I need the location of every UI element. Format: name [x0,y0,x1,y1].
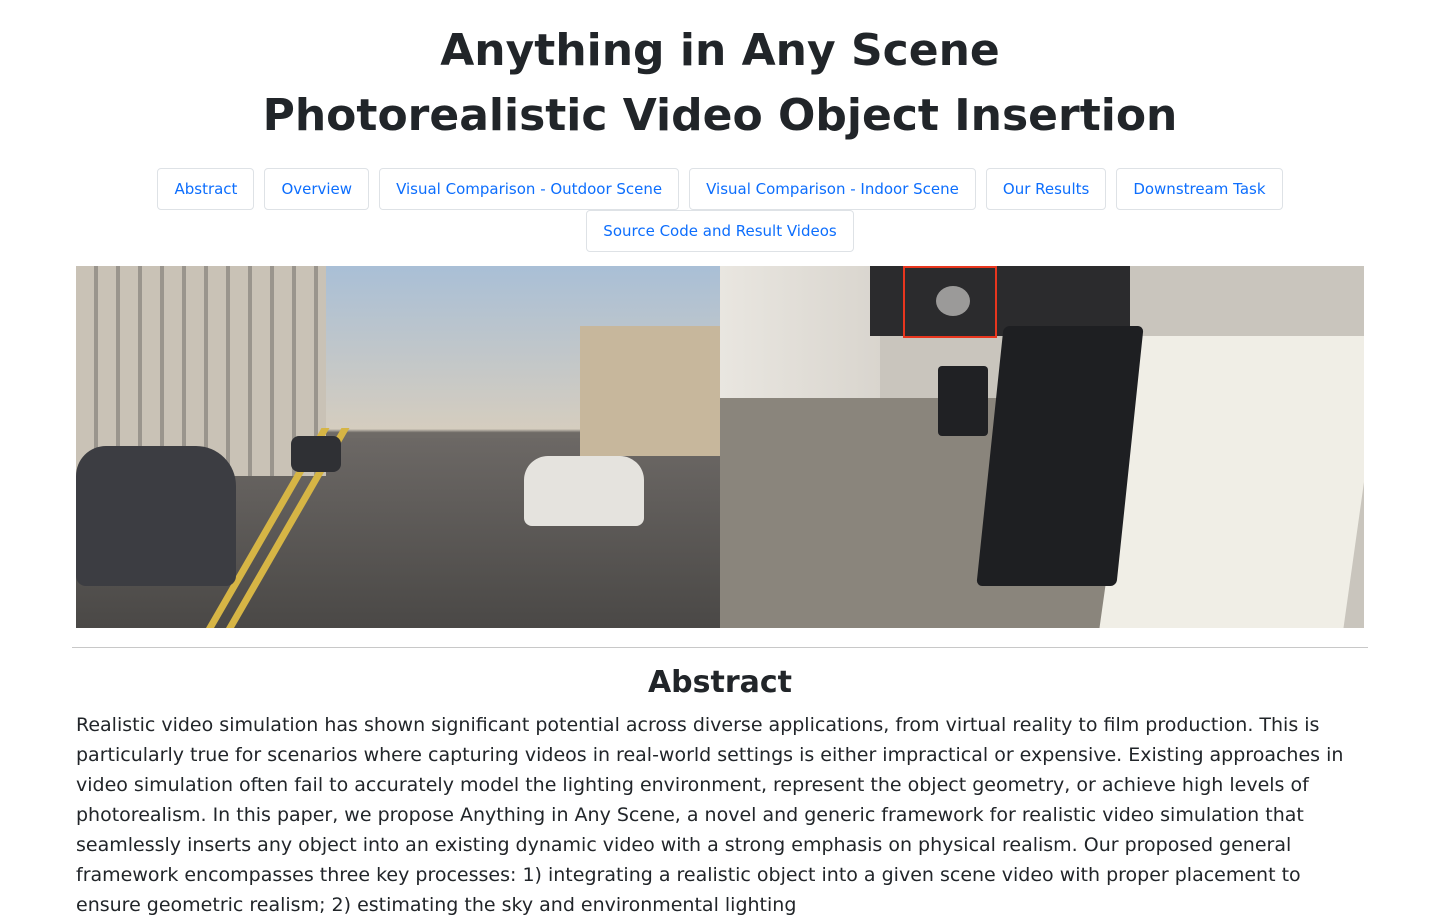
inserted-car [524,456,644,526]
nav-indoor-comparison-button[interactable]: Visual Comparison - Indoor Scene [689,168,976,210]
section-divider [72,647,1368,648]
page-title: Anything in Any Scene Photorealistic Vid… [0,0,1440,148]
trash-bin [938,366,988,436]
nav-overview-button[interactable]: Overview [264,168,370,210]
title-line-2: Photorealistic Video Object Insertion [262,90,1178,141]
section-nav: Abstract Overview Visual Comparison - Ou… [155,168,1285,252]
inserted-object-highlight-box [903,266,997,338]
nav-abstract-button[interactable]: Abstract [157,168,255,210]
building-right [580,326,720,456]
building-left [76,266,326,476]
title-line-1: Anything in Any Scene [440,25,1000,76]
nav-downstream-button[interactable]: Downstream Task [1116,168,1283,210]
office-chair [976,326,1144,586]
nav-results-button[interactable]: Our Results [985,168,1107,210]
outdoor-scene-image [76,266,720,628]
car [291,436,341,472]
desk [1099,336,1364,628]
car [76,446,236,586]
nav-source-code-button[interactable]: Source Code and Result Videos [586,210,854,252]
abstract-heading: Abstract [647,665,793,700]
teaser-video [76,266,1364,628]
indoor-scene-image [720,266,1364,628]
nav-outdoor-comparison-button[interactable]: Visual Comparison - Outdoor Scene [379,168,680,210]
abstract-text: Realistic video simulation has shown sig… [76,714,1344,916]
